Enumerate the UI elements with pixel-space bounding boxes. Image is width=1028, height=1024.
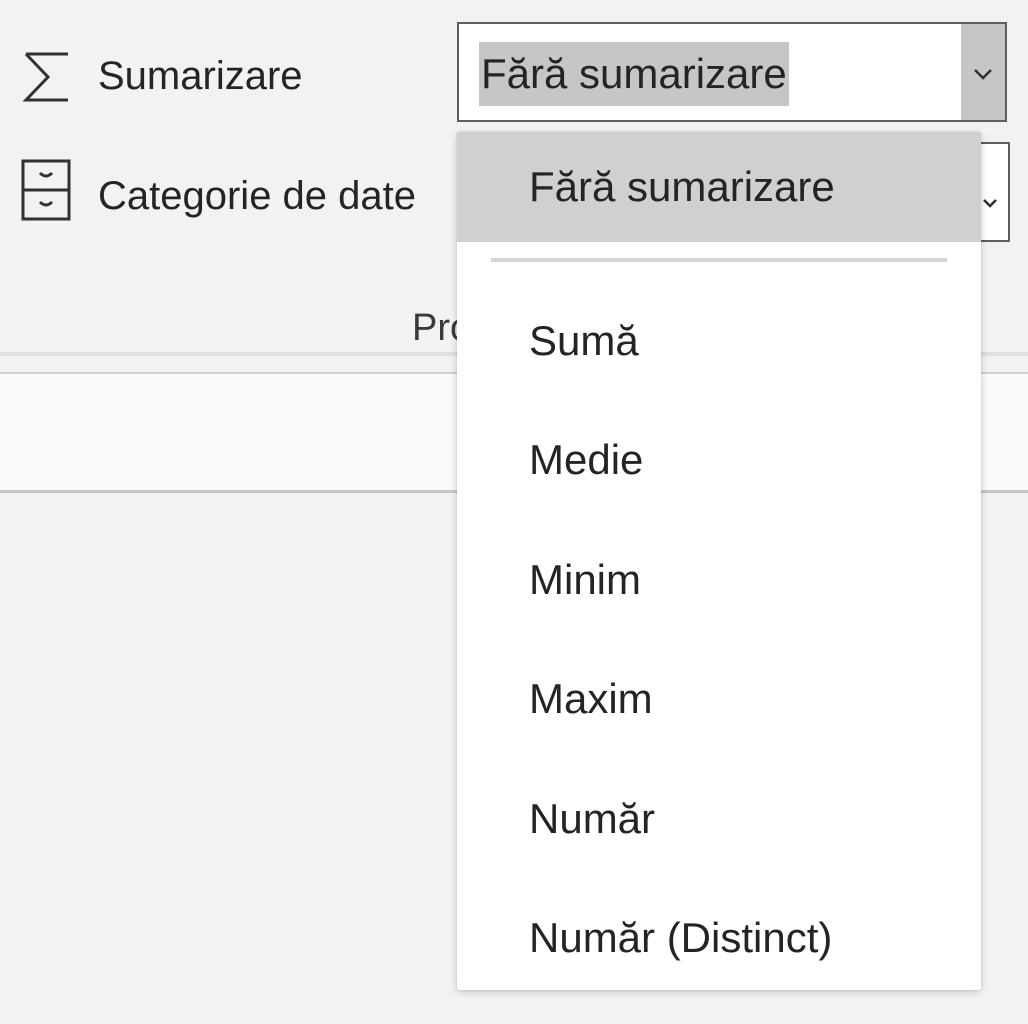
- summarization-select[interactable]: Fără sumarizare: [457, 22, 1007, 122]
- sigma-icon: [22, 52, 68, 102]
- summarization-selected-value: Fără sumarizare: [479, 42, 789, 106]
- chevron-down-icon: [974, 69, 992, 80]
- data-category-label: Categorie de date: [98, 174, 417, 218]
- summarization-label: Sumarizare: [98, 54, 303, 98]
- summarization-dropdown-button[interactable]: [961, 24, 1005, 120]
- menu-separator: [491, 258, 947, 262]
- summarization-dropdown-menu: Fără sumarizare Sumă Medie Minim Maxim N…: [457, 132, 981, 990]
- cabinet-icon: [21, 159, 71, 221]
- menu-item-minimum[interactable]: Minim: [457, 525, 981, 635]
- menu-item-no-summarization[interactable]: Fără sumarizare: [457, 132, 981, 242]
- section-label: Proprietăți: [412, 307, 458, 349]
- menu-item-count[interactable]: Număr: [457, 764, 981, 874]
- menu-item-count-distinct[interactable]: Număr (Distinct): [457, 883, 981, 993]
- chevron-down-icon: [983, 199, 997, 208]
- menu-item-maximum[interactable]: Maxim: [457, 644, 981, 754]
- menu-item-average[interactable]: Medie: [457, 405, 981, 515]
- menu-item-sum[interactable]: Sumă: [457, 286, 981, 396]
